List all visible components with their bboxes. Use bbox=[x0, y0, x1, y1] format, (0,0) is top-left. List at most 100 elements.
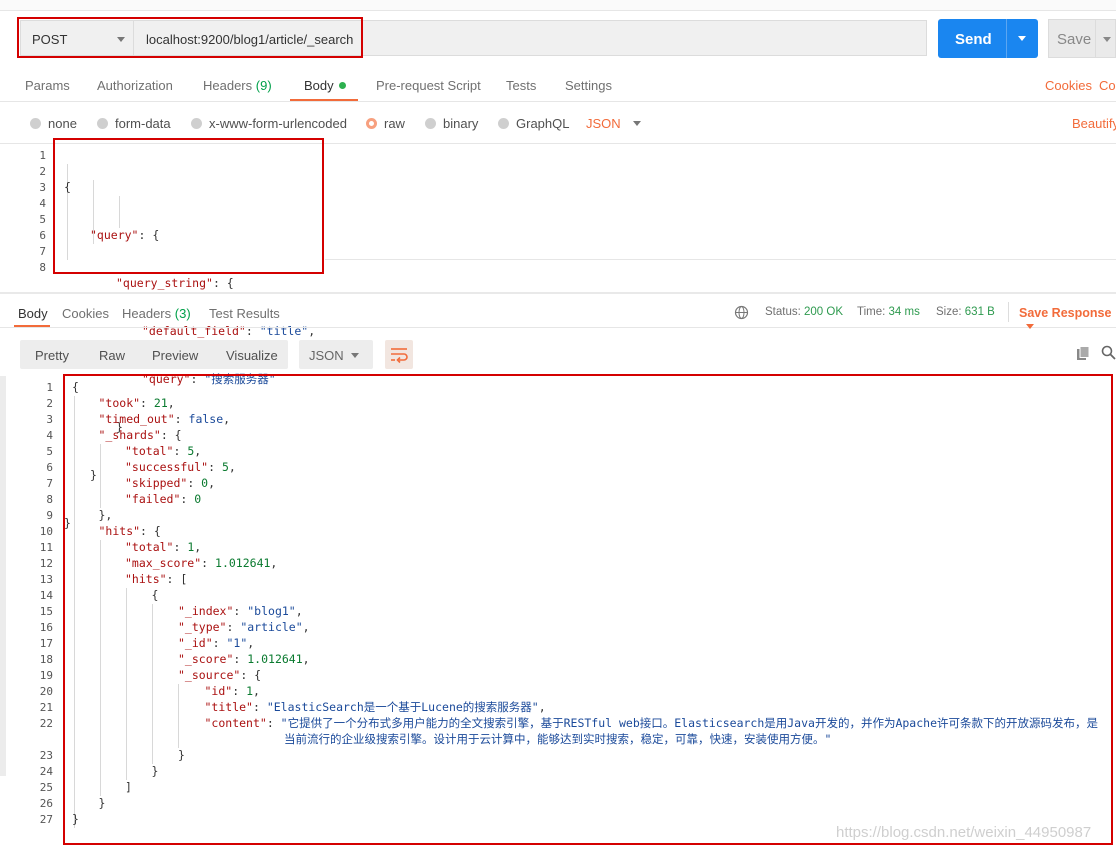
json-key: "skipped" bbox=[125, 476, 188, 490]
code-text: , bbox=[538, 700, 546, 714]
line-number: 1 bbox=[46, 381, 53, 394]
line-number-gutter: 1 2 3 4 5 6 7 8 bbox=[0, 148, 46, 276]
code-text: , bbox=[302, 652, 310, 666]
search-icon[interactable] bbox=[1101, 345, 1116, 360]
radio-urlencoded[interactable]: x-www-form-urlencoded bbox=[191, 116, 347, 131]
radio-form-data-label: form-data bbox=[115, 116, 171, 131]
radio-raw[interactable]: raw bbox=[366, 116, 405, 131]
code-text: { bbox=[151, 588, 159, 602]
code-link[interactable]: Code bbox=[1099, 78, 1116, 93]
line-number: 4 bbox=[39, 197, 46, 210]
view-visualize[interactable]: Visualize bbox=[226, 348, 278, 363]
code-line: "_source": { bbox=[72, 667, 1098, 683]
code-line: "took": 21, bbox=[72, 395, 1098, 411]
code-text: { bbox=[64, 180, 71, 194]
radio-binary[interactable]: binary bbox=[425, 116, 478, 131]
response-body-viewer[interactable]: 1 2 3 4 5 6 7 8 9 10 11 12 13 14 15 16 17 18 19 20 21 22 23 24… bbox=[0, 376, 1116, 852]
time-readout: Time: 34 ms bbox=[857, 306, 920, 318]
radio-raw-label: raw bbox=[384, 116, 405, 131]
code-line: } bbox=[72, 747, 1098, 763]
view-raw[interactable]: Raw bbox=[99, 348, 125, 363]
beautify-link[interactable]: Beautify bbox=[1072, 116, 1116, 131]
time-label: Time: bbox=[857, 306, 886, 318]
code-text: } bbox=[178, 748, 185, 762]
save-response-button[interactable]: Save Response bbox=[1019, 306, 1116, 334]
active-dot-icon bbox=[338, 82, 346, 89]
code-line: "id": 1, bbox=[72, 683, 1098, 699]
code-text: : bbox=[232, 684, 247, 698]
view-mode-group: Pretty Raw Preview Visualize bbox=[20, 340, 288, 369]
url-text: localhost:9200/blog1/article/_search bbox=[146, 32, 354, 47]
radio-none[interactable]: none bbox=[30, 116, 77, 131]
chevron-down-icon bbox=[351, 353, 359, 358]
status-value: 200 OK bbox=[804, 306, 844, 318]
send-options-button[interactable] bbox=[1006, 19, 1038, 58]
code-text: : bbox=[233, 604, 248, 618]
json-value: 1.012641 bbox=[247, 652, 303, 666]
code-text: , bbox=[295, 604, 303, 618]
save-options-button[interactable] bbox=[1096, 19, 1116, 58]
line-number bbox=[0, 732, 53, 748]
code-text: : bbox=[173, 540, 188, 554]
code-line: } bbox=[72, 795, 1098, 811]
response-tab-body[interactable]: Body bbox=[18, 306, 48, 321]
url-input[interactable]: localhost:9200/blog1/article/_search bbox=[133, 20, 927, 56]
code-text: : bbox=[212, 636, 227, 650]
code-line: "skipped": 0, bbox=[72, 475, 1098, 491]
tab-authorization[interactable]: Authorization bbox=[97, 78, 173, 93]
view-pretty[interactable]: Pretty bbox=[35, 348, 69, 363]
tab-headers[interactable]: Headers (9) bbox=[203, 78, 272, 93]
line-number: 14 bbox=[39, 589, 53, 602]
view-preview[interactable]: Preview bbox=[152, 348, 198, 363]
response-tab-headers[interactable]: Headers (3) bbox=[122, 306, 191, 321]
code-line: "_id": "1", bbox=[72, 635, 1098, 651]
request-body-editor[interactable]: 1 2 3 4 5 6 7 8 { "query": { "query_stri… bbox=[0, 143, 1116, 530]
json-key: "_score" bbox=[178, 652, 234, 666]
json-value: 21 bbox=[153, 396, 168, 410]
save-response-label: Save Response bbox=[1019, 306, 1112, 320]
response-tab-headers-label: Headers bbox=[122, 306, 172, 321]
tab-prerequest-script[interactable]: Pre-request Script bbox=[376, 78, 481, 93]
tab-settings[interactable]: Settings bbox=[565, 78, 612, 93]
line-number: 4 bbox=[46, 429, 53, 442]
line-number: 2 bbox=[46, 397, 53, 410]
tab-body[interactable]: Body bbox=[304, 78, 346, 93]
code-line: ] bbox=[72, 779, 1098, 795]
send-button[interactable]: Send bbox=[938, 19, 1006, 58]
line-number: 23 bbox=[39, 749, 53, 762]
tab-tests[interactable]: Tests bbox=[506, 78, 536, 93]
code-line: "content": "它提供了一个分布式多用户能力的全文搜索引擎，基于REST… bbox=[72, 715, 1099, 731]
code-text: : bbox=[252, 700, 267, 714]
radio-graphql[interactable]: GraphQL bbox=[498, 116, 569, 131]
pane-splitter[interactable] bbox=[0, 292, 1116, 294]
line-number: 25 bbox=[39, 781, 53, 794]
code-line: "_type": "article", bbox=[72, 619, 1098, 635]
code-text: : { bbox=[140, 524, 161, 538]
json-value: "1" bbox=[226, 636, 248, 650]
raw-format-select[interactable]: JSON bbox=[586, 116, 641, 131]
code-text: , bbox=[208, 476, 216, 490]
line-number: 24 bbox=[39, 765, 53, 778]
response-tab-test-results[interactable]: Test Results bbox=[209, 306, 280, 321]
cookies-link[interactable]: Cookies bbox=[1045, 78, 1092, 93]
save-button[interactable]: Save bbox=[1048, 19, 1096, 58]
size-label: Size: bbox=[936, 306, 962, 318]
code-text: ] bbox=[125, 780, 132, 794]
tab-params[interactable]: Params bbox=[25, 78, 70, 93]
method-select[interactable]: POST bbox=[20, 20, 133, 56]
code-text: : bbox=[187, 476, 202, 490]
json-key: "successful" bbox=[125, 460, 209, 474]
code-text: 当前流行的企业级搜索引擎。设计用于云计算中，能够达到实时搜索，稳定，可靠，快速，… bbox=[284, 732, 832, 746]
wrap-lines-button[interactable] bbox=[385, 340, 413, 369]
code-text: : bbox=[201, 556, 216, 570]
radio-none-label: none bbox=[48, 116, 77, 131]
json-key: "_index" bbox=[178, 604, 234, 618]
code-text: : { bbox=[160, 428, 182, 442]
divider bbox=[1008, 302, 1009, 322]
copy-icon[interactable] bbox=[1076, 346, 1091, 361]
globe-icon[interactable] bbox=[734, 305, 749, 320]
response-format-select[interactable]: JSON bbox=[299, 340, 373, 369]
response-tab-cookies[interactable]: Cookies bbox=[62, 306, 109, 321]
code-text: } bbox=[151, 764, 159, 778]
radio-form-data[interactable]: form-data bbox=[97, 116, 171, 131]
